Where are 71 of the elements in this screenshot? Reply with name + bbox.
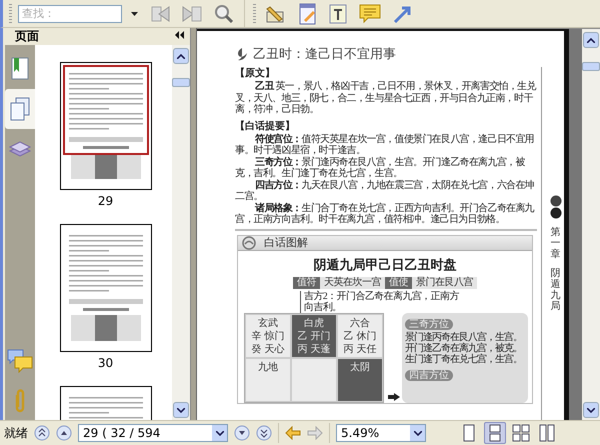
diagram-title: 阴遁九局甲己日乙丑时盘: [312, 256, 458, 274]
section-heading: 乙丑时：逢己日不宜用事: [253, 46, 396, 63]
arrow-icon[interactable]: [393, 4, 413, 22]
paragraph: 三奇方位：景门逢丙奇在艮八宫，生宫。开门逢乙奇在离九宫，被克，吉利。生门逢丁奇在兑七宫，生宫。: [235, 156, 526, 179]
previous-page-icon[interactable]: [56, 425, 72, 441]
next-page-icon[interactable]: [234, 425, 250, 441]
palace-entry: 丙 天任: [342, 342, 378, 356]
scroll-thumb[interactable]: [172, 78, 190, 87]
palace-entry: 乙 开门: [296, 330, 332, 342]
page-number-field[interactable]: 29 ( 32 / 594: [78, 424, 228, 442]
search-icon[interactable]: [214, 4, 233, 23]
palace-name: 太阴: [349, 360, 371, 374]
section-title: 【原文】: [235, 66, 276, 80]
paragraph: 四吉方位：九天在艮八宫，九地在震三宫，太阴在兑七宫，六合在坤二宫。: [235, 180, 536, 202]
last-page-icon[interactable]: [256, 425, 272, 441]
paragraph: 符使宫位：值符天英星在坎一宫，值使景门在艮八宫，逢己日不宜用事。时干遇凶星宿，时干逢吉。: [235, 134, 536, 156]
tag-value: 景门在艮八宫: [412, 276, 477, 288]
scroll-up-icon[interactable]: [173, 48, 189, 64]
tag-label: 值符: [293, 276, 320, 288]
continuous-facing-view-icon[interactable]: [538, 424, 556, 442]
info-line: 生门逢丁奇在兑七宫，生宫。: [405, 354, 523, 364]
status-text: 就绪: [4, 424, 28, 442]
info-line: 开门逢乙奇在离九宫，被克。: [405, 342, 523, 354]
comments-icon[interactable]: [7, 349, 33, 373]
pages-icon[interactable]: [9, 97, 31, 121]
dropdown-caret-icon[interactable]: [216, 430, 224, 436]
dropdown-caret-icon[interactable]: [414, 430, 422, 436]
section-title: 【白话提要】: [235, 120, 296, 132]
zoom-field[interactable]: 5.49%: [336, 424, 426, 442]
palace-name: 玄武: [257, 316, 279, 330]
palace-entry: 乙 休门: [342, 330, 378, 342]
scroll-up-icon[interactable]: [583, 32, 599, 48]
info-tag: 三奇方位: [405, 318, 453, 330]
palace-name: 六合: [349, 316, 371, 330]
palace-name: 九地: [257, 360, 279, 374]
info-line: 景门逢丙奇在艮八宫，生宫。: [405, 332, 523, 342]
first-page-icon[interactable]: [34, 425, 50, 441]
scrollbar[interactable]: [582, 29, 600, 420]
page-number: 29: [98, 194, 114, 208]
ornament-icon: [235, 47, 249, 61]
info-tag: 四吉方位: [405, 370, 453, 380]
scroll-down-icon[interactable]: [173, 402, 189, 418]
palace-entry: 癸 天心: [250, 342, 286, 356]
bookmark-page-icon[interactable]: [10, 57, 30, 81]
scrollbar[interactable]: [172, 45, 190, 420]
panel-title: 页面: [15, 28, 39, 45]
paragraph: 乙丑 英一，景八，格凶干吉，己日不用，景休叉，开离害交怕，生兑叉，天八、地三，阴七，合二，生与星合七正西，开与日合九正南，时干离，符冲，己日勃。: [235, 81, 537, 116]
notepad-icon[interactable]: [299, 2, 317, 24]
facing-view-icon[interactable]: [512, 424, 530, 442]
palace-entry: 辛 惊门: [250, 330, 286, 342]
part-label: 阴遁九局: [550, 268, 560, 312]
chapter-label: 第一章: [550, 227, 560, 260]
emblem-icon: [242, 236, 256, 250]
tag-value: 天英在坎一宫: [320, 276, 385, 288]
tag-label: 值使: [385, 276, 412, 288]
palace-entry: 丙 天蓬: [296, 342, 332, 356]
view-frame[interactable]: [62, 65, 148, 155]
page-number: 30: [98, 356, 114, 370]
note-icon[interactable]: [359, 4, 381, 24]
text-box-icon[interactable]: [329, 4, 347, 24]
scroll-thumb[interactable]: [582, 62, 600, 71]
layers-icon[interactable]: [8, 139, 32, 159]
paragraph: 诸局格象：生门合丁奇在兑七宫，正西方向吉利。开门合乙奇在离九宫，正南方向吉利。时干在离九宫，值符相冲。逢己日为日勃格。: [235, 202, 536, 226]
panel-heading: 白话图解: [264, 235, 308, 250]
pointer-arrow-icon: [388, 392, 400, 400]
chapter-marker-icon: [550, 195, 562, 219]
back-arrow-icon[interactable]: [285, 426, 301, 440]
search-field[interactable]: 查找：: [18, 4, 122, 22]
scroll-down-icon[interactable]: [583, 402, 599, 418]
palace-name: 白虎: [303, 316, 325, 330]
dropdown-caret-icon[interactable]: [131, 12, 138, 16]
